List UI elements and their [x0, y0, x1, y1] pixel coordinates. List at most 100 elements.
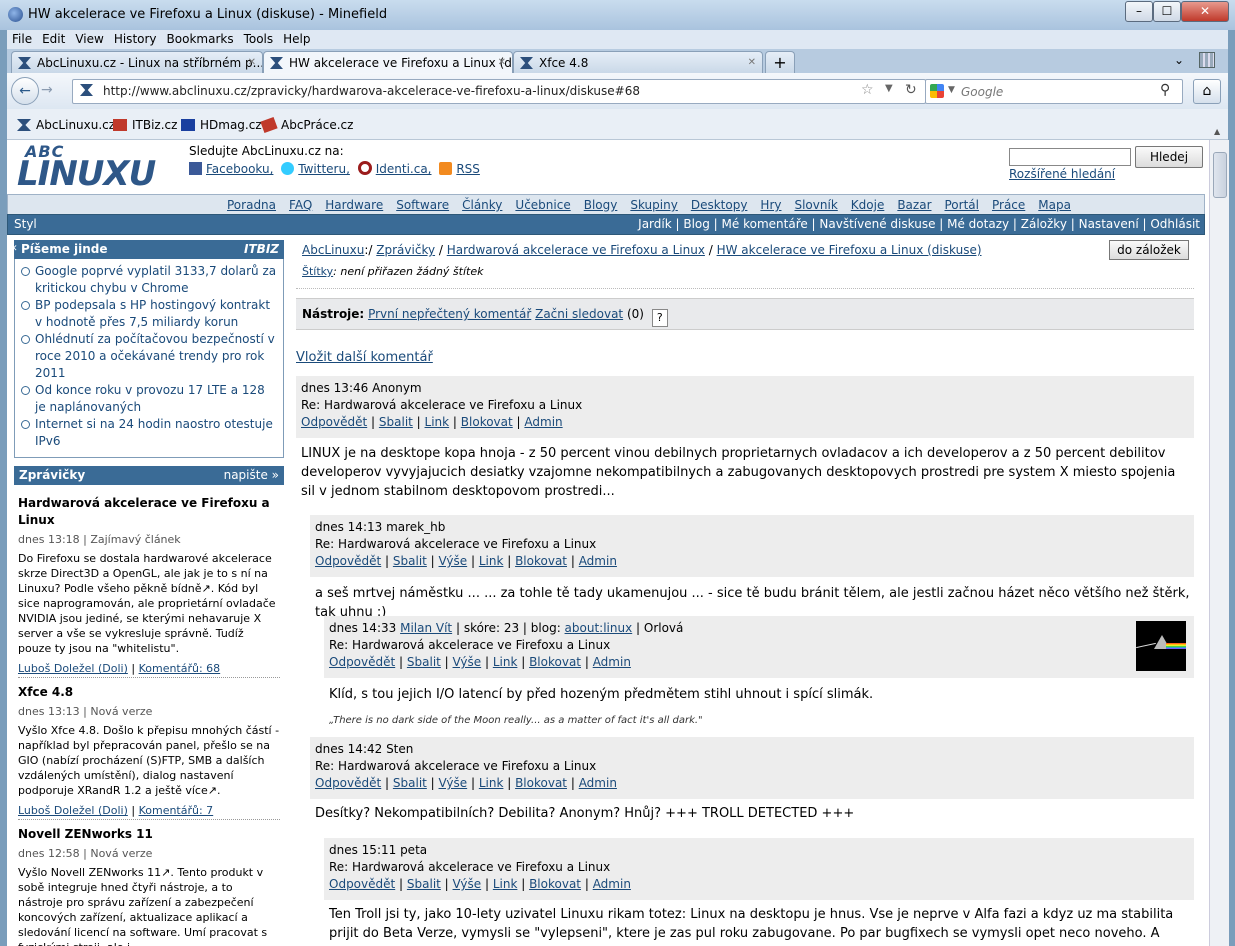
- news-headline[interactable]: Novell ZENworks 11: [18, 826, 280, 843]
- user-nav-links[interactable]: Jardík | Blog | Mé komentáře | Navštíven…: [638, 217, 1200, 231]
- nav-bazar[interactable]: Bazar: [897, 198, 931, 212]
- admin-link[interactable]: Admin: [524, 415, 562, 429]
- first-unread-link[interactable]: První nepřečtený komentář: [368, 307, 531, 321]
- author-blog-link[interactable]: about:linux: [565, 621, 633, 635]
- block-link[interactable]: Blokovat: [529, 655, 581, 669]
- bookmark-star-icon[interactable]: ☆: [861, 82, 874, 98]
- nav-slovnik[interactable]: Slovník: [794, 198, 837, 212]
- twitter-link[interactable]: Twitteru,: [298, 162, 350, 176]
- tab-groups-icon[interactable]: [1199, 52, 1215, 68]
- nav-skupiny[interactable]: Skupiny: [630, 198, 677, 212]
- identica-link[interactable]: Identi.ca,: [376, 162, 432, 176]
- tab-close-icon[interactable]: ✕: [748, 52, 756, 74]
- menu-history[interactable]: History: [109, 30, 162, 46]
- crumb-zpravicky[interactable]: Zprávičky: [376, 243, 435, 257]
- tab-close-icon[interactable]: ✕: [248, 52, 256, 74]
- page-scrollbar[interactable]: ▲: [1209, 127, 1229, 946]
- history-dropdown-icon[interactable]: ▼: [885, 83, 893, 94]
- crumb-discussion[interactable]: HW akcelerace ve Firefoxu a Linux (disku…: [717, 243, 982, 257]
- nav-blogy[interactable]: Blogy: [584, 198, 618, 212]
- list-item[interactable]: Google poprvé vyplatil 3133,7 dolarů za …: [19, 263, 279, 297]
- collapse-link[interactable]: Sbalit: [379, 415, 413, 429]
- reload-icon[interactable]: ↻: [905, 82, 917, 98]
- nav-mapa[interactable]: Mapa: [1038, 198, 1071, 212]
- menu-view[interactable]: View: [70, 30, 108, 46]
- nav-ucebnice[interactable]: Učebnice: [515, 198, 570, 212]
- nav-portal[interactable]: Portál: [945, 198, 979, 212]
- collapse-link[interactable]: Sbalit: [393, 554, 427, 568]
- bookmark-hdmag[interactable]: HDmag.cz: [181, 118, 262, 132]
- news-headline[interactable]: Xfce 4.8: [18, 684, 280, 701]
- menu-tools[interactable]: Tools: [239, 30, 279, 46]
- news-comments-link[interactable]: Komentářů: 7: [139, 804, 214, 817]
- crumb-abclinuxu[interactable]: AbcLinuxu: [302, 243, 364, 257]
- news-headline[interactable]: Hardwarová akcelerace ve Firefoxu a Linu…: [18, 495, 280, 529]
- crumb-article[interactable]: Hardwarová akcelerace ve Firefoxu a Linu…: [447, 243, 705, 257]
- forward-arrow-icon[interactable]: →: [41, 82, 53, 98]
- collapse-link[interactable]: Sbalit: [407, 655, 441, 669]
- search-bar[interactable]: ▼ Google ⚲: [925, 79, 1183, 104]
- reply-link[interactable]: Odpovědět: [329, 655, 395, 669]
- admin-link[interactable]: Admin: [579, 776, 617, 790]
- itbiz-badge[interactable]: ITBIZ: [244, 240, 279, 259]
- reply-link[interactable]: Odpovědět: [301, 415, 367, 429]
- minimize-button[interactable]: –: [1125, 1, 1153, 22]
- address-bar[interactable]: http://www.abclinuxu.cz/zpravicky/hardwa…: [72, 79, 926, 104]
- maximize-button[interactable]: ☐: [1153, 1, 1181, 22]
- bookmark-itbiz[interactable]: ITBiz.cz: [113, 118, 177, 132]
- elsewhere-link[interactable]: Google poprvé vyplatil 3133,7 dolarů za …: [35, 264, 276, 295]
- menu-bookmarks[interactable]: Bookmarks: [162, 30, 239, 46]
- list-item[interactable]: Od konce roku v provozu 17 LTE a 128 je …: [19, 382, 279, 416]
- list-item[interactable]: Internet si na 24 hodin naostro otestuje…: [19, 416, 279, 450]
- tab-xfce[interactable]: Xfce 4.8 ✕: [513, 51, 763, 74]
- elsewhere-link[interactable]: BP podepsala s HP hostingový kontrakt v …: [35, 298, 270, 329]
- tags-link[interactable]: Štítky: [302, 265, 333, 278]
- permalink-link[interactable]: Link: [493, 655, 518, 669]
- comment-author-link[interactable]: Milan Vít: [400, 621, 452, 635]
- facebook-link[interactable]: Facebooku,: [206, 162, 273, 176]
- collapse-link[interactable]: Sbalit: [407, 877, 441, 891]
- block-link[interactable]: Blokovat: [515, 776, 567, 790]
- elsewhere-link[interactable]: Internet si na 24 hodin naostro otestuje…: [35, 417, 273, 448]
- site-identity-icon[interactable]: [80, 84, 93, 96]
- permalink-link[interactable]: Link: [479, 776, 504, 790]
- nav-poradna[interactable]: Poradna: [227, 198, 276, 212]
- nav-faq[interactable]: FAQ: [289, 198, 312, 212]
- block-link[interactable]: Blokovat: [515, 554, 567, 568]
- close-window-button[interactable]: ✕: [1181, 1, 1229, 22]
- scrollbar-thumb[interactable]: [1213, 152, 1227, 198]
- tab-close-icon[interactable]: ✕: [498, 52, 506, 74]
- engine-dropdown-icon[interactable]: ▼: [948, 85, 955, 95]
- style-switch[interactable]: Styl: [14, 217, 37, 231]
- menu-help[interactable]: Help: [278, 30, 315, 46]
- bookmark-abcprace[interactable]: AbcPráce.cz: [260, 116, 353, 134]
- collapse-link[interactable]: Sbalit: [393, 776, 427, 790]
- list-tabs-icon[interactable]: ⌄: [1174, 53, 1184, 67]
- help-button[interactable]: ?: [651, 309, 668, 327]
- permalink-link[interactable]: Link: [425, 415, 450, 429]
- add-bookmark-button[interactable]: do záložek: [1109, 240, 1189, 260]
- nav-prace[interactable]: Práce: [992, 198, 1025, 212]
- menu-file[interactable]: File: [7, 30, 37, 46]
- site-search-button[interactable]: Hledej: [1135, 146, 1203, 168]
- admin-link[interactable]: Admin: [593, 655, 631, 669]
- nav-software[interactable]: Software: [396, 198, 449, 212]
- parent-link[interactable]: Výše: [439, 554, 468, 568]
- new-tab-button[interactable]: +: [765, 51, 795, 74]
- parent-link[interactable]: Výše: [453, 655, 482, 669]
- reply-link[interactable]: Odpovědět: [329, 877, 395, 891]
- permalink-link[interactable]: Link: [493, 877, 518, 891]
- collapse-icon[interactable]: ✕: [10, 244, 20, 254]
- block-link[interactable]: Blokovat: [461, 415, 513, 429]
- list-item[interactable]: BP podepsala s HP hostingový kontrakt v …: [19, 297, 279, 331]
- list-item[interactable]: Ohlédnutí za počítačovou bezpečností v r…: [19, 331, 279, 382]
- news-comments-link[interactable]: Komentářů: 68: [139, 662, 221, 675]
- news-author[interactable]: Luboš Doležel (Doli): [18, 662, 128, 675]
- google-engine-icon[interactable]: [930, 84, 944, 98]
- news-write-link[interactable]: napište »: [224, 466, 279, 485]
- reply-link[interactable]: Odpovědět: [315, 554, 381, 568]
- permalink-link[interactable]: Link: [479, 554, 504, 568]
- elsewhere-link[interactable]: Ohlédnutí za počítačovou bezpečností v r…: [35, 332, 275, 380]
- nav-clanky[interactable]: Články: [462, 198, 502, 212]
- parent-link[interactable]: Výše: [453, 877, 482, 891]
